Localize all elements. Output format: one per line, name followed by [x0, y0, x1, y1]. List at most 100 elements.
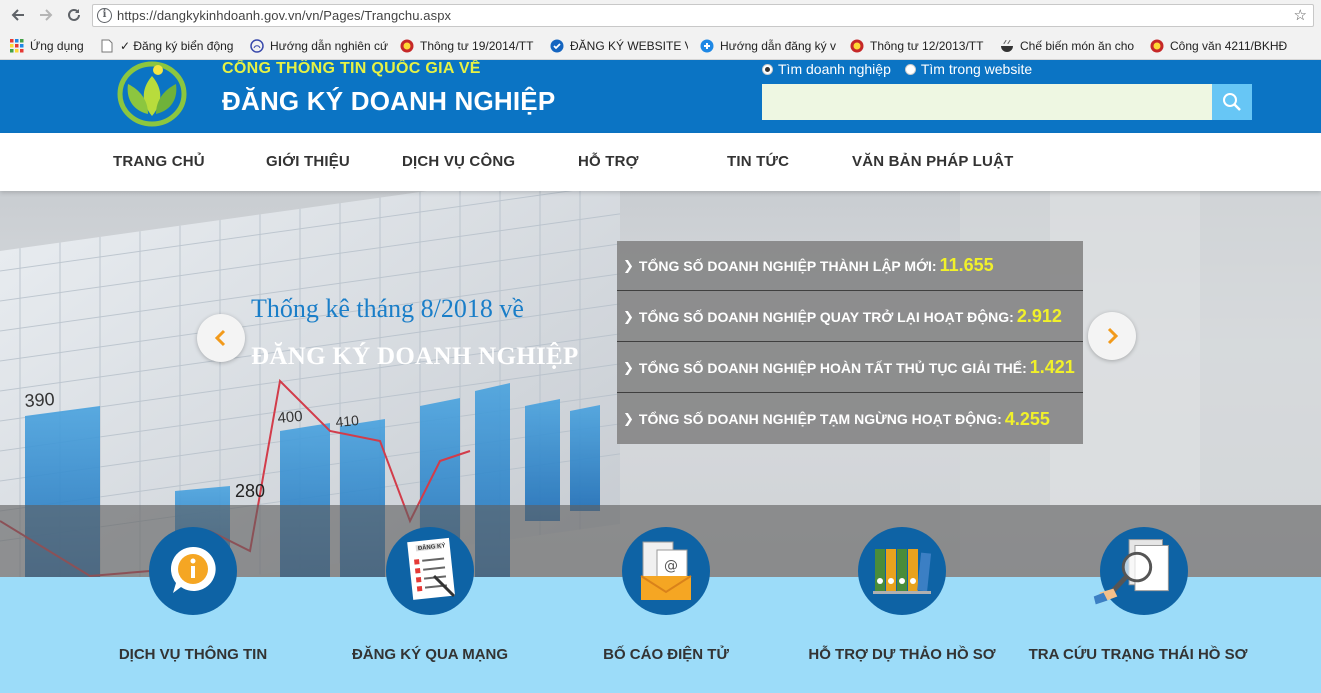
emblem-icon [1150, 39, 1164, 53]
portal-title: CỔNG THÔNG TIN QUỐC GIA VỀ [222, 60, 481, 77]
radio-label: Tìm trong website [920, 61, 1033, 77]
forward-button[interactable] [34, 4, 58, 26]
main-navigation: TRANG CHỦ GIỚI THIỆU DỊCH VỤ CÔNG HỖ TRỢ… [0, 133, 1321, 191]
service-online-registration-label[interactable]: ĐĂNG KÝ QUA MẠNG [310, 646, 550, 663]
chevron-right-icon [1107, 327, 1119, 345]
nav-home[interactable]: TRANG CHỦ [113, 153, 205, 170]
radio-selected-icon[interactable] [762, 63, 773, 75]
chevron-right-icon: ❯ [623, 359, 634, 375]
site-title[interactable]: ĐĂNG KÝ DOANH NGHIỆP [222, 86, 555, 117]
bookmark-label: Thông tư 19/2014/TT [420, 39, 534, 53]
reload-icon [68, 8, 80, 21]
bookmark-label: Ứng dụng [30, 39, 84, 53]
bookmark-item[interactable]: Thông tư 19/2014/TT [400, 37, 538, 55]
stat-value: 4.255 [1004, 408, 1050, 429]
chart-label: 400 [277, 408, 303, 427]
stat-dissolved-businesses[interactable]: ❯ TỔNG SỐ DOANH NGHIỆP HOÀN TẤT THỦ TỤC … [617, 343, 1083, 393]
back-arrow-icon [11, 9, 24, 21]
chart-label: 390 [24, 389, 55, 411]
address-bar[interactable]: i https://dangkykinhdoanh.gov.vn/vn/Page… [92, 4, 1314, 27]
plus-circle-icon [700, 39, 714, 53]
bookmark-item[interactable]: Thông tư 12/2013/TT [850, 37, 988, 55]
bookmark-item[interactable]: Hướng dẫn nghiên cứ [250, 37, 388, 55]
service-draft-support-label[interactable]: HỖ TRỢ DỰ THẢO HỒ SƠ [782, 646, 1022, 663]
stat-value: 11.655 [939, 255, 994, 275]
stat-new-businesses[interactable]: ❯ TỔNG SỐ DOANH NGHIỆP THÀNH LẬP MỚI: 11… [617, 241, 1083, 291]
chevron-right-icon: ❯ [623, 411, 634, 426]
bookmark-item[interactable]: Công văn 4211/BKHĐ [1150, 37, 1288, 55]
stat-suspended-businesses[interactable]: ❯ TỔNG SỐ DOANH NGHIỆP TẠM NGỪNG HOẠT ĐỘ… [617, 394, 1083, 444]
stat-value: 2.912 [1016, 306, 1062, 326]
service-status-lookup-button[interactable] [1093, 527, 1188, 615]
back-button[interactable] [6, 4, 30, 26]
browser-toolbar: i https://dangkykinhdoanh.gov.vn/vn/Page… [0, 0, 1321, 32]
hero-slider: 390 280 400 410 Thống kê tháng 8/2018 về… [0, 191, 1321, 577]
radio-unselected-icon[interactable] [904, 63, 916, 75]
service-e-announcement-label[interactable]: BỐ CÁO ĐIỆN TỬ [546, 646, 786, 663]
bookmark-label: Công văn 4211/BKHĐ [1170, 39, 1288, 53]
service-online-registration-button[interactable]: ĐĂNG KÝ [386, 527, 474, 615]
url-text[interactable]: https://dangkykinhdoanh.gov.vn/vn/Pages/… [117, 8, 451, 23]
search-button[interactable] [1212, 84, 1252, 120]
bookmark-apps[interactable]: Ứng dụng [10, 37, 90, 55]
hero-subheading: ĐĂNG KÝ DOANH NGHIỆP [251, 343, 579, 370]
registration-form-icon: ĐĂNG KÝ [407, 537, 456, 600]
service-draft-support-button[interactable] [858, 527, 946, 615]
bookmark-item[interactable]: ✓ Đăng ký biển động [100, 37, 238, 55]
statistics-panel: ❯ TỔNG SỐ DOANH NGHIỆP THÀNH LẬP MỚI: 11… [617, 241, 1083, 444]
search-input[interactable] [762, 84, 1212, 120]
email-envelope-icon: @ [640, 541, 692, 600]
check-badge-icon [550, 39, 564, 53]
bookmark-item[interactable]: ĐĂNG KÝ WEBSITE V [550, 37, 688, 55]
bookmark-label: Hướng dẫn đăng ký v [720, 39, 836, 53]
site-info-icon[interactable]: i [97, 8, 112, 23]
service-information-label[interactable]: DỊCH VỤ THÔNG TIN [73, 646, 313, 663]
chart-label: 280 [235, 481, 265, 501]
radio-search-business[interactable]: Tìm doanh nghiệp [762, 61, 891, 77]
emblem-icon [850, 39, 864, 53]
nav-about[interactable]: GIỚI THIỆU [266, 153, 350, 170]
hero-heading: Thống kê tháng 8/2018 về [251, 294, 524, 323]
stat-label: TỔNG SỐ DOANH NGHIỆP QUAY TRỞ LẠI HOẠT Đ… [638, 308, 1014, 325]
portal-logo-icon[interactable] [112, 60, 202, 130]
bowl-icon [1001, 39, 1013, 52]
service-information-button[interactable] [149, 527, 237, 615]
svg-text:@: @ [664, 558, 678, 574]
bookmark-label: Chế biến món ăn cho [1020, 39, 1135, 53]
chevron-right-icon: ❯ [623, 308, 634, 324]
site-header: CỔNG THÔNG TIN QUỐC GIA VỀ ĐĂNG KÝ DOANH… [0, 60, 1321, 133]
browser-chrome: i https://dangkykinhdoanh.gov.vn/vn/Page… [0, 0, 1321, 60]
slider-prev-button[interactable] [197, 314, 245, 362]
emblem-icon [400, 39, 414, 53]
info-bubble-icon [170, 546, 216, 593]
radio-search-website[interactable]: Tìm trong website [904, 61, 1033, 77]
reload-button[interactable] [62, 4, 86, 26]
chevron-left-icon [214, 329, 226, 347]
binders-icon [873, 549, 932, 594]
stat-label: TỔNG SỐ DOANH NGHIỆP THÀNH LẬP MỚI: [638, 257, 937, 274]
bookmark-item[interactable]: Chế biến món ăn cho [1000, 37, 1138, 55]
search-options: Tìm doanh nghiệp Tìm trong website [762, 61, 1032, 77]
bookmark-label: ✓ Đăng ký biển động [120, 39, 234, 53]
chart-label: 410 [335, 412, 360, 430]
nav-support[interactable]: HỖ TRỢ [578, 153, 639, 170]
bookmark-item[interactable]: Hướng dẫn đăng ký v [700, 37, 838, 55]
nav-legal-documents[interactable]: VĂN BẢN PHÁP LUẬT [852, 153, 1013, 170]
bookmark-label: ĐĂNG KÝ WEBSITE V [570, 39, 688, 53]
nav-public-services[interactable]: DỊCH VỤ CÔNG [402, 153, 515, 170]
bookmark-label: Thông tư 12/2013/TT [870, 39, 984, 53]
service-e-announcement-button[interactable]: @ [622, 527, 710, 615]
slider-next-button[interactable] [1088, 312, 1136, 360]
service-status-lookup-label[interactable]: TRA CỨU TRẠNG THÁI HỒ SƠ [1018, 646, 1258, 663]
bookmark-star-icon[interactable]: ☆ [1294, 6, 1307, 24]
bookmarks-bar: Ứng dụng ✓ Đăng ký biển động Hướng dẫn n… [0, 33, 1321, 59]
forward-arrow-icon [40, 9, 53, 21]
bookmark-label: Hướng dẫn nghiên cứ [270, 39, 388, 53]
nav-news[interactable]: TIN TỨC [727, 153, 789, 170]
page-icon [101, 39, 113, 53]
stat-resumed-businesses[interactable]: ❯ TỔNG SỐ DOANH NGHIỆP QUAY TRỞ LẠI HOẠT… [617, 292, 1083, 342]
hands-icon [250, 39, 264, 53]
stat-value: 1.421 [1029, 357, 1075, 377]
stat-label: TỔNG SỐ DOANH NGHIỆP HOÀN TẤT THỦ TỤC GI… [638, 359, 1027, 376]
radio-label: Tìm doanh nghiệp [778, 61, 891, 77]
